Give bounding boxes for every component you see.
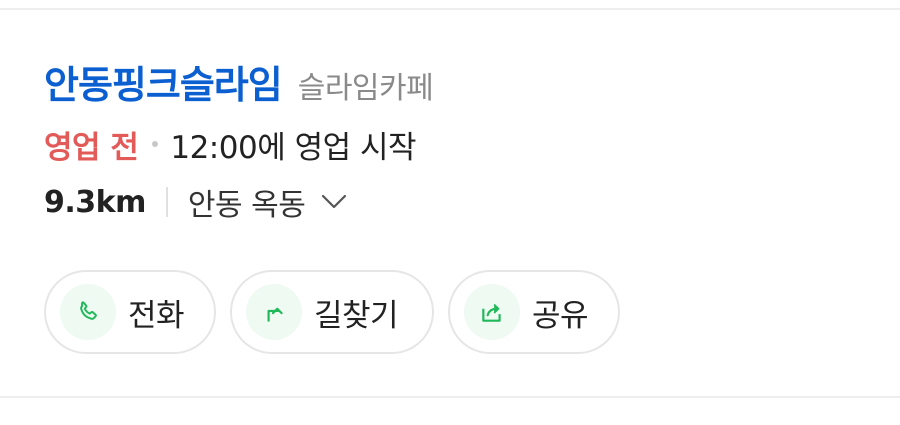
directions-button-label: 길찾기 xyxy=(314,297,399,334)
call-button[interactable]: 전화 xyxy=(44,270,216,354)
distance: 9.3km xyxy=(44,184,146,220)
bottom-divider xyxy=(0,396,900,398)
share-button-label: 공유 xyxy=(532,297,589,334)
share-button[interactable]: 공유 xyxy=(448,270,620,354)
business-status: 영업 전 xyxy=(44,129,139,166)
top-divider xyxy=(0,8,900,10)
share-icon xyxy=(464,284,520,340)
separator-dot xyxy=(152,141,159,147)
call-button-label: 전화 xyxy=(128,297,185,334)
business-hours: 12:00에 영업 시작 xyxy=(170,129,417,166)
status-row: 영업 전 12:00에 영업 시작 xyxy=(44,122,864,166)
place-name[interactable]: 안동핑크슬라임 xyxy=(44,54,283,109)
phone-icon xyxy=(60,284,116,340)
address[interactable]: 안동 옥동 xyxy=(188,180,306,224)
place-card: 안동핑크슬라임 슬라임카페 영업 전 12:00에 영업 시작 9.3km 안동… xyxy=(44,54,864,354)
title-row: 안동핑크슬라임 슬라임카페 xyxy=(44,54,864,108)
place-category: 슬라임카페 xyxy=(297,71,434,106)
directions-button[interactable]: 길찾기 xyxy=(230,270,434,354)
directions-icon xyxy=(246,284,302,340)
chevron-down-icon[interactable] xyxy=(321,189,347,215)
location-row: 9.3km 안동 옥동 xyxy=(44,180,864,224)
vertical-divider xyxy=(165,187,168,217)
action-buttons: 전화 길찾기 공유 xyxy=(44,270,864,354)
